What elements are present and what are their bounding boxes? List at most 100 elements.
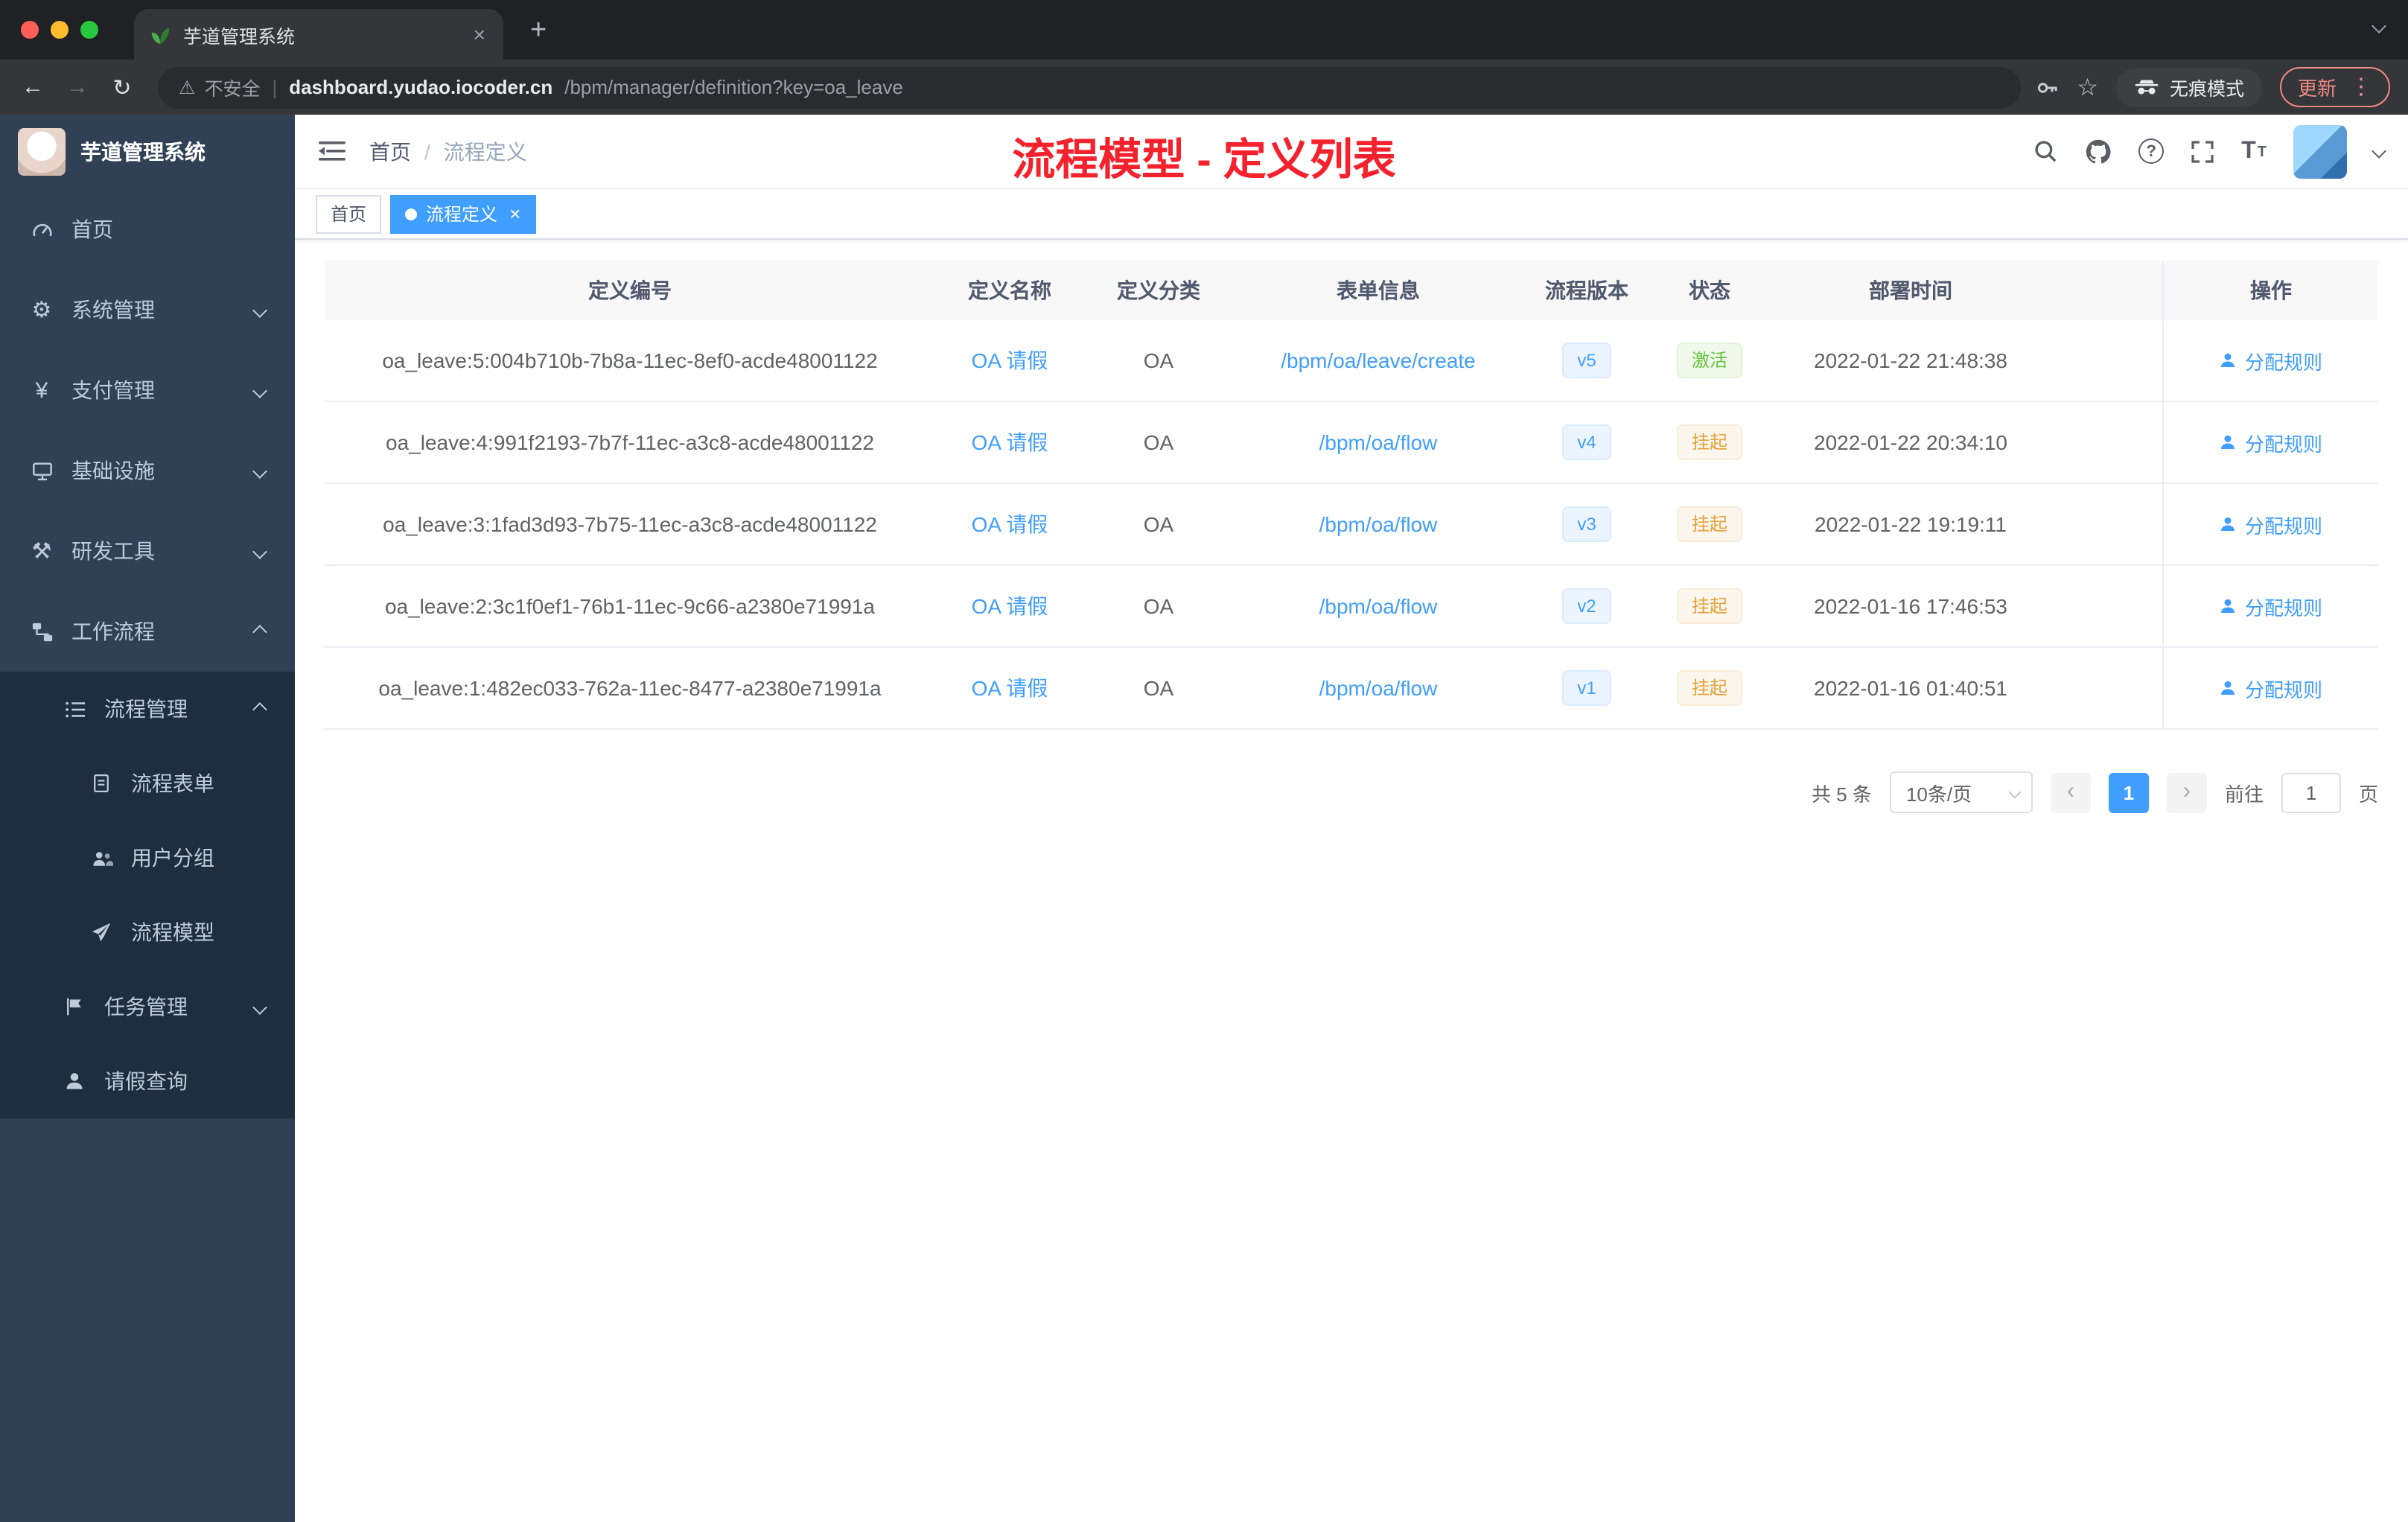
- sidebar-item-dev-tools[interactable]: ⚒ 研发工具: [0, 511, 295, 591]
- assign-rule-label: 分配规则: [2244, 596, 2322, 619]
- assign-rule-label: 分配规则: [2244, 433, 2322, 455]
- avatar-chevron-icon[interactable]: [2372, 144, 2386, 159]
- assign-rule-label: 分配规则: [2244, 515, 2322, 537]
- breadcrumb-separator: /: [424, 139, 430, 163]
- sidebar-item-label: 流程模型: [131, 920, 214, 944]
- tag-close-icon[interactable]: ×: [509, 204, 520, 223]
- browser-menu-icon[interactable]: ⋮: [2350, 76, 2372, 98]
- chevron-down-icon: [252, 383, 267, 398]
- address-bar[interactable]: ⚠ 不安全 | dashboard.yudao.iocoder.cn /bpm/…: [158, 66, 2021, 108]
- search-icon[interactable]: [2033, 138, 2058, 164]
- assign-rule-link[interactable]: 分配规则: [2220, 428, 2322, 456]
- current-page-button[interactable]: 1: [2108, 772, 2149, 812]
- table-row: oa_leave:3:1fad3d93-7b75-11ec-a3c8-acde4…: [325, 484, 2378, 566]
- assign-rule-label: 分配规则: [2244, 351, 2322, 373]
- deploy-time: 2022-01-22 19:19:11: [1815, 512, 2007, 536]
- top-navbar: 首页 / 流程定义 ? T T: [295, 115, 2408, 189]
- sidebar-item-user-groups[interactable]: 用户分组: [0, 821, 295, 895]
- yen-icon: ¥: [35, 378, 48, 403]
- definition-name-link[interactable]: OA 请假: [972, 509, 1048, 539]
- form-link[interactable]: /bpm/oa/flow: [1319, 676, 1438, 700]
- assign-rule-link[interactable]: 分配规则: [2220, 592, 2322, 620]
- form-link[interactable]: /bpm/oa/flow: [1319, 594, 1438, 618]
- sidebar-item-workflow[interactable]: 工作流程: [0, 591, 295, 672]
- reload-button[interactable]: ↻: [101, 66, 143, 108]
- back-button[interactable]: ←: [12, 66, 54, 108]
- column-header: 定义名称: [968, 278, 1051, 302]
- key-icon[interactable]: [2035, 75, 2059, 99]
- sidebar-item-label: 研发工具: [71, 539, 155, 563]
- sidebar-item-label: 基础设施: [71, 459, 155, 483]
- browser-tab[interactable]: 芋道管理系统 ×: [134, 9, 503, 60]
- chevron-down-icon: [252, 302, 267, 317]
- zoom-window-button[interactable]: [80, 21, 98, 39]
- avatar[interactable]: [2293, 124, 2347, 178]
- definition-name-link[interactable]: OA 请假: [972, 346, 1048, 375]
- sidebar-item-leave-query[interactable]: 请假查询: [0, 1044, 295, 1118]
- hamburger-icon[interactable]: [319, 140, 345, 162]
- assign-rule-link[interactable]: 分配规则: [2220, 346, 2322, 375]
- tab-close-icon[interactable]: ×: [471, 21, 488, 48]
- fullscreen-icon[interactable]: [2191, 139, 2214, 163]
- warning-icon: ⚠: [179, 77, 196, 98]
- prev-page-button[interactable]: ‹: [2050, 772, 2091, 812]
- new-tab-button[interactable]: +: [521, 16, 555, 44]
- forward-button[interactable]: →: [57, 66, 98, 108]
- definition-id: oa_leave:1:482ec033-762a-11ec-8477-a2380…: [378, 676, 882, 700]
- assign-rule-link[interactable]: 分配规则: [2220, 510, 2322, 538]
- sidebar-item-payment-management[interactable]: ¥ 支付管理: [0, 350, 295, 430]
- minimize-window-button[interactable]: [51, 21, 69, 39]
- next-arrow-icon: ›: [2182, 779, 2191, 804]
- gear-icon: ⚙: [31, 298, 52, 323]
- security-indicator[interactable]: ⚠ 不安全: [179, 73, 260, 101]
- definition-name-link[interactable]: OA 请假: [972, 591, 1048, 621]
- github-icon[interactable]: [2085, 138, 2112, 165]
- sidebar-item-label: 流程表单: [131, 771, 214, 795]
- row-filler: [2052, 484, 2162, 564]
- app-logo[interactable]: 芋道管理系统: [0, 115, 295, 189]
- definition-name-link[interactable]: OA 请假: [972, 427, 1048, 457]
- app-root: 芋道管理系统 首页 ⚙ 系统管理 ¥ 支付管理 基础设施 ⚒ 研发工具 工作流程…: [0, 115, 2408, 1522]
- goto-page-input[interactable]: [2281, 772, 2341, 812]
- form-link[interactable]: /bpm/oa/flow: [1319, 430, 1438, 454]
- form-icon: [89, 773, 113, 794]
- next-page-button[interactable]: ›: [2166, 772, 2207, 812]
- column-header: 操作: [2162, 261, 2378, 320]
- sidebar-item-home[interactable]: 首页: [0, 189, 295, 270]
- tag-process-definition[interactable]: 流程定义 ×: [390, 194, 536, 233]
- tag-home[interactable]: 首页: [316, 194, 382, 233]
- main-area: 首页 / 流程定义 ? T T 首页 流程定义 × 定义编号 定义名称 定义分类…: [295, 115, 2408, 1522]
- column-header: 流程版本: [1545, 278, 1628, 302]
- app-title: 芋道管理系统: [80, 140, 206, 164]
- hammer-icon: ⚒: [31, 539, 52, 564]
- definition-name-link[interactable]: OA 请假: [972, 673, 1048, 703]
- dashboard-icon: [30, 218, 54, 241]
- tab-title: 芋道管理系统: [183, 26, 296, 47]
- window-controls: [0, 21, 113, 39]
- table-header-row: 定义编号 定义名称 定义分类 表单信息 流程版本 状态 部署时间 操作: [325, 261, 2378, 320]
- help-icon[interactable]: ?: [2138, 138, 2165, 164]
- breadcrumb-home-link[interactable]: 首页: [369, 136, 411, 166]
- sidebar-item-task-management[interactable]: 任务管理: [0, 969, 295, 1044]
- sidebar-item-process-model[interactable]: 流程模型: [0, 895, 295, 969]
- sidebar-item-infrastructure[interactable]: 基础设施: [0, 430, 295, 511]
- assign-rule-link[interactable]: 分配规则: [2220, 674, 2322, 702]
- sidebar-item-process-form[interactable]: 流程表单: [0, 746, 295, 821]
- table-row: oa_leave:4:991f2193-7b7f-11ec-a3c8-acde4…: [325, 402, 2378, 484]
- incognito-icon: [2135, 80, 2159, 95]
- person-icon: [2221, 681, 2235, 695]
- update-chrome-button[interactable]: 更新 ⋮: [2279, 67, 2390, 107]
- sidebar-item-process-management[interactable]: 流程管理: [0, 672, 295, 746]
- toolbar-actions: ☆ 无痕模式 更新 ⋮: [2035, 67, 2396, 107]
- font-size-icon[interactable]: T T: [2241, 138, 2267, 163]
- bookmark-star-icon[interactable]: ☆: [2077, 72, 2098, 102]
- close-window-button[interactable]: [21, 21, 39, 39]
- tab-search-chevron-icon[interactable]: [2372, 19, 2386, 34]
- form-link[interactable]: /bpm/oa/leave/create: [1281, 348, 1476, 372]
- status-tag: 挂起: [1676, 424, 1742, 460]
- prev-arrow-icon: ‹: [2066, 779, 2075, 804]
- sidebar-item-system-management[interactable]: ⚙ 系统管理: [0, 270, 295, 350]
- chevron-up-icon: [252, 701, 267, 716]
- form-link[interactable]: /bpm/oa/flow: [1319, 512, 1438, 536]
- page-size-select[interactable]: 10条/页: [1889, 771, 2033, 813]
